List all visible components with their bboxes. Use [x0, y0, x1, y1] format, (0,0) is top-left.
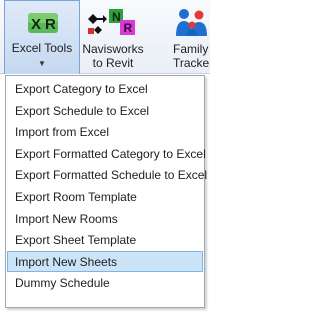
menu-item-export-formatted-schedule-to-excel[interactable]: Export Formatted Schedule to Excel [7, 164, 207, 186]
excel-tools-button[interactable]: X R Excel Tools ▼ [4, 0, 80, 74]
menu-item-export-room-template[interactable]: Export Room Template [7, 186, 203, 208]
excel-tools-label: Excel Tools [11, 41, 73, 55]
menu-item-export-category-to-excel[interactable]: Export Category to Excel [7, 78, 203, 100]
family-tracker-label-line2: Tracke [173, 56, 210, 70]
family-people-icon [176, 9, 207, 36]
menu-item-dummy-schedule[interactable]: Dummy Schedule [7, 272, 203, 294]
excel-tools-dropdown-menu: Export Category to Excel Export Schedule… [5, 75, 207, 308]
menu-item-export-sheet-template[interactable]: Export Sheet Template [7, 229, 203, 251]
svg-text:N: N [112, 10, 121, 24]
svg-text:R: R [124, 21, 133, 35]
menu-item-import-from-excel[interactable]: Import from Excel [7, 121, 203, 143]
family-tracker-button[interactable]: Family Tracke [168, 0, 210, 74]
navisworks-label-line1: Navisworks [82, 42, 144, 56]
excel-tools-icon: X R [28, 13, 58, 33]
menu-item-import-new-sheets[interactable]: Import New Sheets [7, 250, 203, 273]
svg-text:X: X [31, 16, 41, 33]
menu-item-import-new-rooms[interactable]: Import New Rooms [7, 208, 203, 230]
navisworks-to-revit-button[interactable]: N R Navisworks to Revit [82, 0, 144, 74]
ribbon-panel: X R Excel Tools ▼ N R Navisworks to Revi… [0, 0, 210, 74]
family-tracker-label-line1: Family [173, 42, 209, 56]
navisworks-to-revit-icon: N R [88, 9, 135, 35]
menu-item-export-schedule-to-excel[interactable]: Export Schedule to Excel [7, 100, 203, 122]
chevron-down-icon: ▼ [38, 59, 46, 68]
svg-text:R: R [45, 16, 56, 33]
navisworks-label-line2: to Revit [92, 56, 134, 70]
menu-item-export-formatted-category-to-excel[interactable]: Export Formatted Category to Excel [7, 143, 206, 165]
